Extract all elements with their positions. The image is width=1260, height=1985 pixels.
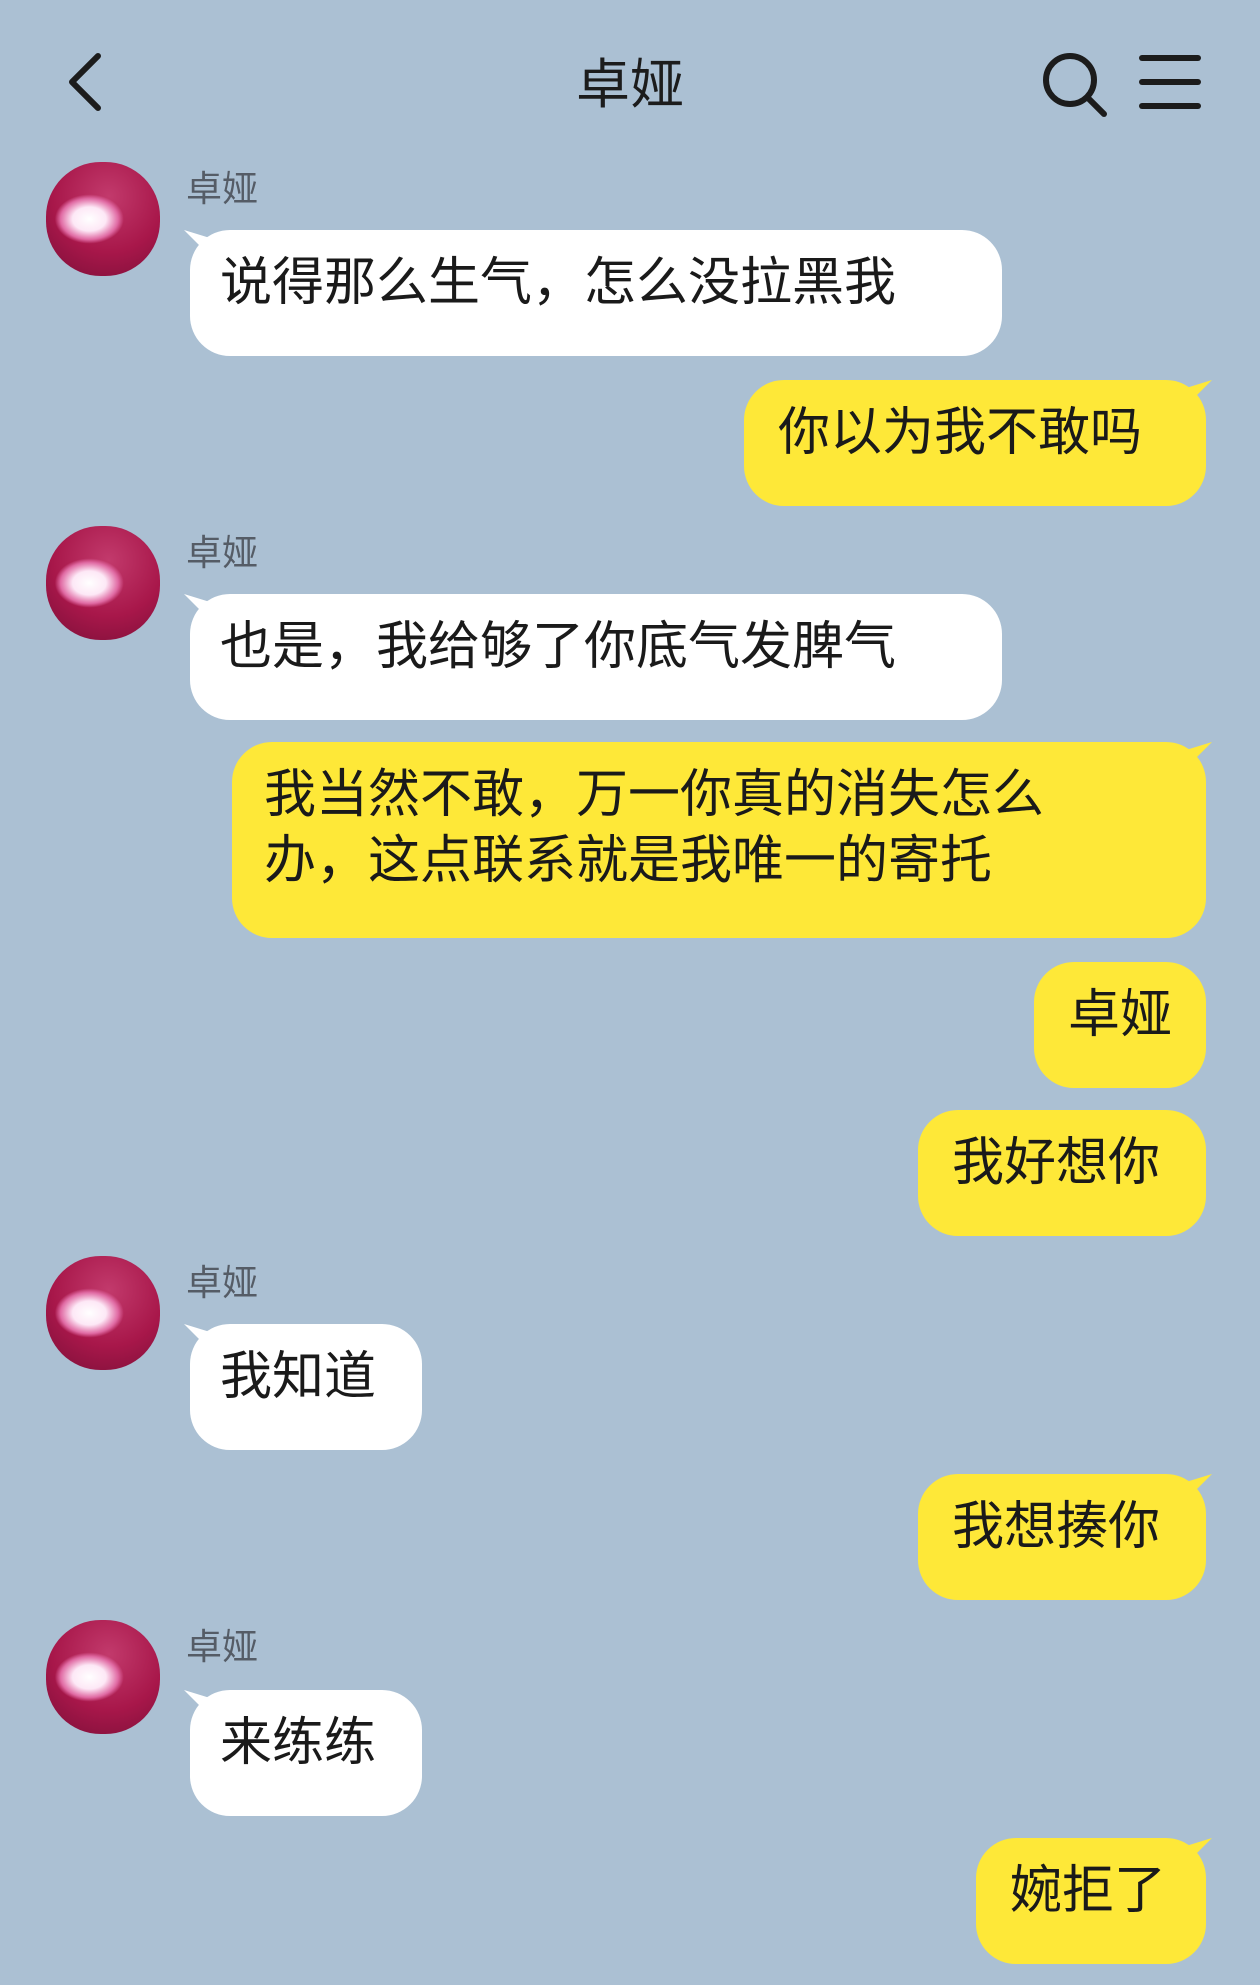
message-bubble-incoming[interactable]: 说得那么生气，怎么没拉黑我 bbox=[190, 230, 1002, 356]
chat-header: 卓娅 bbox=[0, 0, 1260, 160]
message-bubble-outgoing[interactable]: 你以为我不敢吗 bbox=[744, 380, 1206, 506]
avatar[interactable] bbox=[46, 526, 160, 640]
hamburger-menu-icon bbox=[1139, 55, 1201, 109]
sender-name: 卓娅 bbox=[186, 1263, 259, 1304]
message-bubble-incoming[interactable]: 我知道 bbox=[190, 1324, 422, 1450]
message-bubble-incoming[interactable]: 也是，我给够了你底气发脾气 bbox=[190, 594, 1002, 720]
bubble-tail bbox=[1186, 742, 1212, 768]
menu-button[interactable] bbox=[1138, 50, 1202, 114]
sender-name: 卓娅 bbox=[186, 1627, 259, 1668]
sender-name: 卓娅 bbox=[186, 169, 259, 210]
avatar[interactable] bbox=[46, 1620, 160, 1734]
message-bubble-incoming[interactable]: 来练练 bbox=[190, 1690, 422, 1816]
avatar[interactable] bbox=[46, 1256, 160, 1370]
bubble-tail bbox=[1186, 1838, 1212, 1864]
message-bubble-outgoing[interactable]: 婉拒了 bbox=[976, 1838, 1206, 1964]
bubble-tail bbox=[1186, 1474, 1212, 1500]
sender-name: 卓娅 bbox=[186, 533, 259, 574]
search-icon bbox=[1043, 53, 1107, 117]
message-bubble-outgoing[interactable]: 卓娅 bbox=[1034, 962, 1206, 1088]
avatar[interactable] bbox=[46, 162, 160, 276]
search-button[interactable] bbox=[1040, 50, 1110, 120]
message-bubble-outgoing[interactable]: 我当然不敢，万一你真的消失怎么 办，这点联系就是我唯一的寄托 bbox=[232, 742, 1206, 938]
message-bubble-outgoing[interactable]: 我好想你 bbox=[918, 1110, 1206, 1236]
message-bubble-outgoing[interactable]: 我想揍你 bbox=[918, 1474, 1206, 1600]
bubble-tail bbox=[1186, 380, 1212, 406]
